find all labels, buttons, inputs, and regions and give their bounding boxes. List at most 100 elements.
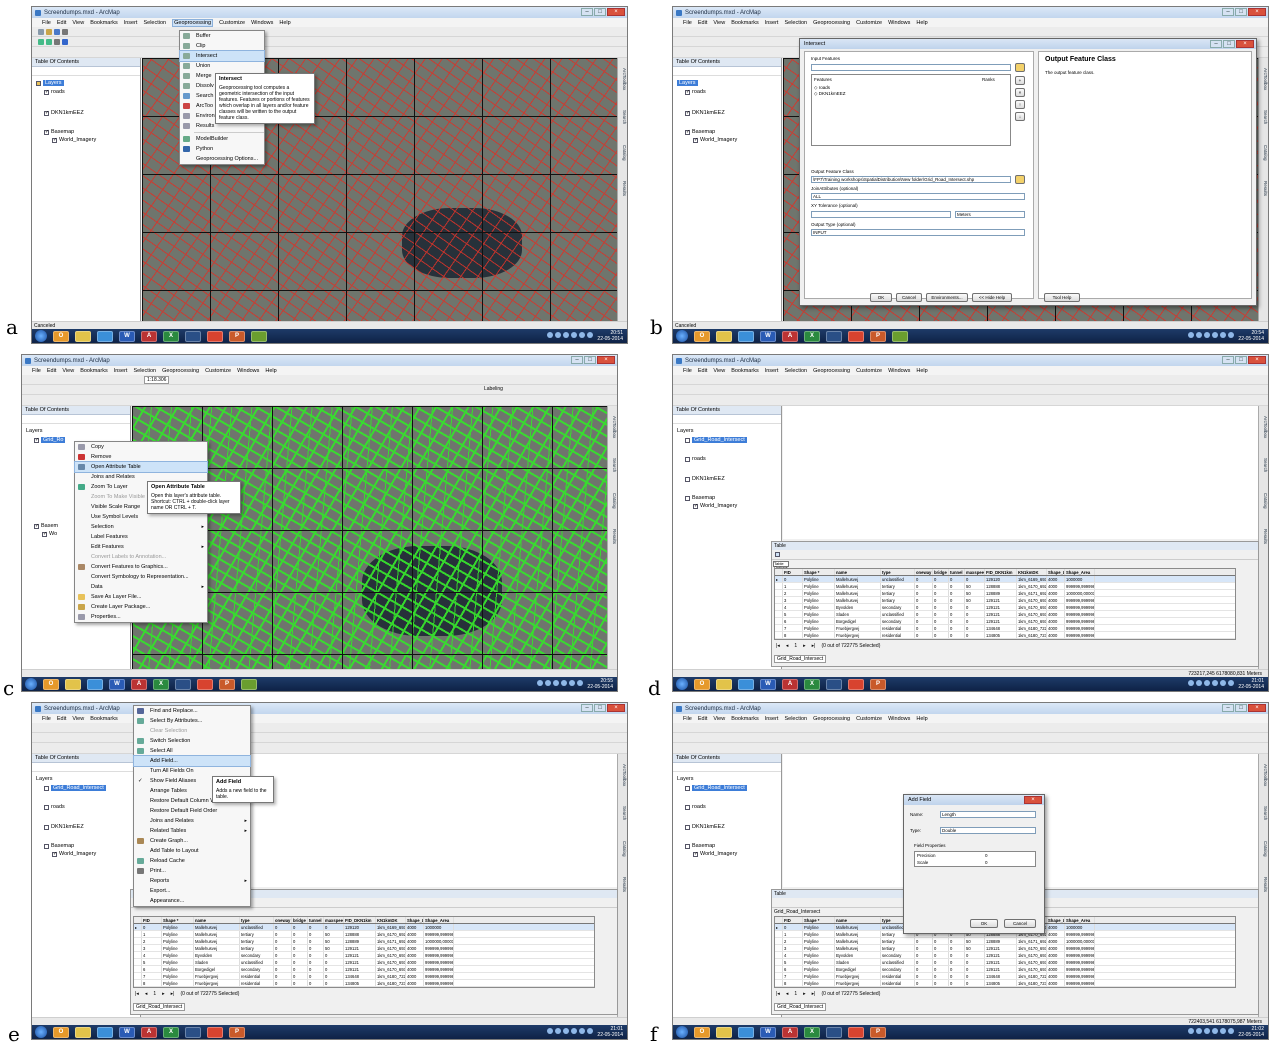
table-cell[interactable]: 134805 bbox=[985, 632, 1017, 638]
table-cell[interactable]: 0 bbox=[308, 973, 324, 979]
table-cell[interactable]: Polyline bbox=[803, 924, 835, 930]
table-cell[interactable]: 1km_6180_722 bbox=[376, 973, 406, 979]
table-cell[interactable]: 999999,999998 bbox=[1065, 625, 1095, 631]
tab-catalog[interactable]: Catalog bbox=[1260, 834, 1268, 864]
table-cell[interactable]: 4000 bbox=[1047, 945, 1065, 951]
table-cell[interactable]: secondary bbox=[240, 952, 274, 958]
table-cell[interactable]: 4000 bbox=[1047, 973, 1065, 979]
cancel-button[interactable]: Cancel bbox=[1004, 919, 1036, 928]
arcgis-task[interactable] bbox=[826, 1026, 842, 1038]
table-cell[interactable]: 1km_6180_722 bbox=[1017, 973, 1047, 979]
tab-arctoolbox[interactable]: ArcToolbox bbox=[1260, 64, 1268, 94]
table-cell[interactable]: 4000 bbox=[406, 980, 424, 986]
opt-print[interactable]: Print... bbox=[134, 866, 250, 876]
table-cell[interactable]: 999999,999998 bbox=[1065, 618, 1095, 624]
table-cell[interactable]: 999999,999998 bbox=[424, 952, 454, 958]
table-cell[interactable]: residential bbox=[881, 632, 915, 638]
table-cell[interactable]: 0 bbox=[324, 959, 344, 965]
table-cell[interactable]: 1km_6170_693 bbox=[1017, 604, 1047, 610]
table-cell[interactable]: 0 bbox=[915, 980, 933, 986]
table-cell[interactable]: 0 bbox=[292, 952, 308, 958]
table-cell[interactable]: Polyline bbox=[803, 952, 835, 958]
table-cell[interactable]: 3 bbox=[783, 597, 803, 603]
menu-file[interactable]: File bbox=[683, 20, 692, 26]
tab-arctoolbox[interactable]: ArcToolbox bbox=[619, 760, 627, 790]
menu-edit[interactable]: Edit bbox=[57, 716, 66, 722]
table-cell[interactable]: 1km_6170_692 bbox=[376, 931, 406, 937]
table-cell[interactable]: tertiary bbox=[240, 945, 274, 951]
table-cell[interactable]: 0 bbox=[274, 945, 292, 951]
table-cell[interactable]: 1 bbox=[142, 931, 162, 937]
table-cell[interactable]: 50 bbox=[324, 938, 344, 944]
table-cell[interactable]: 4000 bbox=[1047, 604, 1065, 610]
table-cell[interactable]: 999999,999996 bbox=[1065, 980, 1095, 986]
opt-appearance[interactable]: Appearance... bbox=[134, 896, 250, 906]
table-cell[interactable]: 0 bbox=[949, 938, 965, 944]
ctx-convert-symbology[interactable]: Convert Symbology to Representation... bbox=[75, 572, 207, 582]
table-cell[interactable]: 0 bbox=[915, 576, 933, 582]
tool-help-button[interactable]: Tool Help bbox=[1044, 293, 1080, 302]
tab-catalog[interactable]: Catalog bbox=[1260, 486, 1268, 516]
table-cell[interactable]: residential bbox=[240, 973, 274, 979]
table-cell[interactable]: 134648 bbox=[985, 973, 1017, 979]
table-row[interactable]: 1 Polyline Mallehusvej tertiary 0 0 0 50 128888 1… bbox=[134, 931, 594, 938]
table-cell[interactable]: 4000 bbox=[406, 952, 424, 958]
table-cell[interactable]: Fruebjergvej bbox=[194, 980, 240, 986]
maximize-button[interactable]: □ bbox=[594, 8, 606, 16]
table-cell[interactable]: 1000000,00001 bbox=[424, 938, 454, 944]
menu-geoprocessing[interactable]: Geoprocessing bbox=[813, 368, 850, 374]
toc-grid-layer[interactable]: Grid_Road_Intersect bbox=[44, 785, 106, 791]
toc-basemap[interactable]: Basemap bbox=[685, 843, 715, 849]
menu-customize[interactable]: Customize bbox=[856, 368, 882, 374]
table-cell[interactable]: 129121 bbox=[985, 618, 1017, 624]
minimize-button[interactable]: – bbox=[1222, 356, 1234, 364]
prev-record-button[interactable]: ◂ bbox=[786, 642, 789, 651]
ok-button[interactable]: OK bbox=[970, 919, 998, 928]
zoom-in-icon[interactable] bbox=[38, 39, 44, 45]
table-cell[interactable]: 1km_6170_693 bbox=[1017, 959, 1047, 965]
menu-geoprocessing[interactable]: Geoprocessing bbox=[813, 20, 850, 26]
table-cell[interactable]: tertiary bbox=[240, 931, 274, 937]
field-properties-grid[interactable]: Precision 0 Scale 0 bbox=[914, 851, 1036, 867]
maximize-button[interactable]: □ bbox=[1223, 40, 1235, 48]
table-cell[interactable]: Polyline bbox=[803, 632, 835, 638]
start-button[interactable] bbox=[25, 678, 37, 690]
browse-folder-icon[interactable] bbox=[1015, 63, 1025, 72]
excel-task[interactable]: X bbox=[804, 1026, 820, 1038]
world-imagery-checkbox[interactable]: ✓ bbox=[52, 137, 57, 143]
powerpoint-task[interactable]: P bbox=[219, 678, 235, 690]
toc-roads[interactable]: ✓ roads bbox=[44, 89, 65, 95]
table-cell[interactable]: 1km_6169_693 bbox=[1017, 576, 1047, 582]
arcgis-task[interactable] bbox=[185, 1026, 201, 1038]
table-cell[interactable]: 2 bbox=[783, 590, 803, 596]
table-cell[interactable]: 4000 bbox=[1047, 632, 1065, 638]
table-cell[interactable]: 0 bbox=[324, 952, 344, 958]
table-cell[interactable]: 0 bbox=[915, 583, 933, 589]
table-cell[interactable]: 999999,999998 bbox=[1065, 959, 1095, 965]
table-cell[interactable]: 50 bbox=[965, 597, 985, 603]
tab-search[interactable]: Search bbox=[619, 798, 627, 828]
table-cell[interactable]: 4000 bbox=[1047, 597, 1065, 603]
table-cell[interactable]: Polyline bbox=[803, 625, 835, 631]
menu-help[interactable]: Help bbox=[916, 20, 927, 26]
table-cell[interactable]: 1km_6170_693 bbox=[376, 959, 406, 965]
table-cell[interactable]: 4000 bbox=[406, 924, 424, 930]
explorer-task[interactable] bbox=[75, 1026, 91, 1038]
menu-item-python[interactable]: Python bbox=[180, 144, 264, 154]
table-cell[interactable]: 5 bbox=[142, 959, 162, 965]
start-button[interactable] bbox=[35, 330, 47, 342]
table-cell[interactable]: 3 bbox=[783, 945, 803, 951]
table-cell[interactable]: unclassified bbox=[240, 924, 274, 930]
opt-add-field[interactable]: Add Field... bbox=[133, 755, 251, 767]
table-cell[interactable]: 4000 bbox=[1047, 611, 1065, 617]
table-cell[interactable]: 4000 bbox=[406, 938, 424, 944]
table-cell[interactable]: 134805 bbox=[344, 980, 376, 986]
table-row[interactable]: 6 Polyline Borgedigel secondary 0 0 0 0 129121 1k… bbox=[775, 966, 1235, 973]
table-cell[interactable]: 4000 bbox=[406, 945, 424, 951]
table-cell[interactable]: 0 bbox=[308, 980, 324, 986]
table-cell[interactable]: 134648 bbox=[985, 625, 1017, 631]
excel-task[interactable]: X bbox=[153, 678, 169, 690]
table-row[interactable]: 3 Polyline Mallehusvej tertiary 0 0 0 50 129121 1… bbox=[134, 945, 594, 952]
table-cell[interactable]: 128888 bbox=[985, 583, 1017, 589]
table-cell[interactable]: residential bbox=[881, 625, 915, 631]
